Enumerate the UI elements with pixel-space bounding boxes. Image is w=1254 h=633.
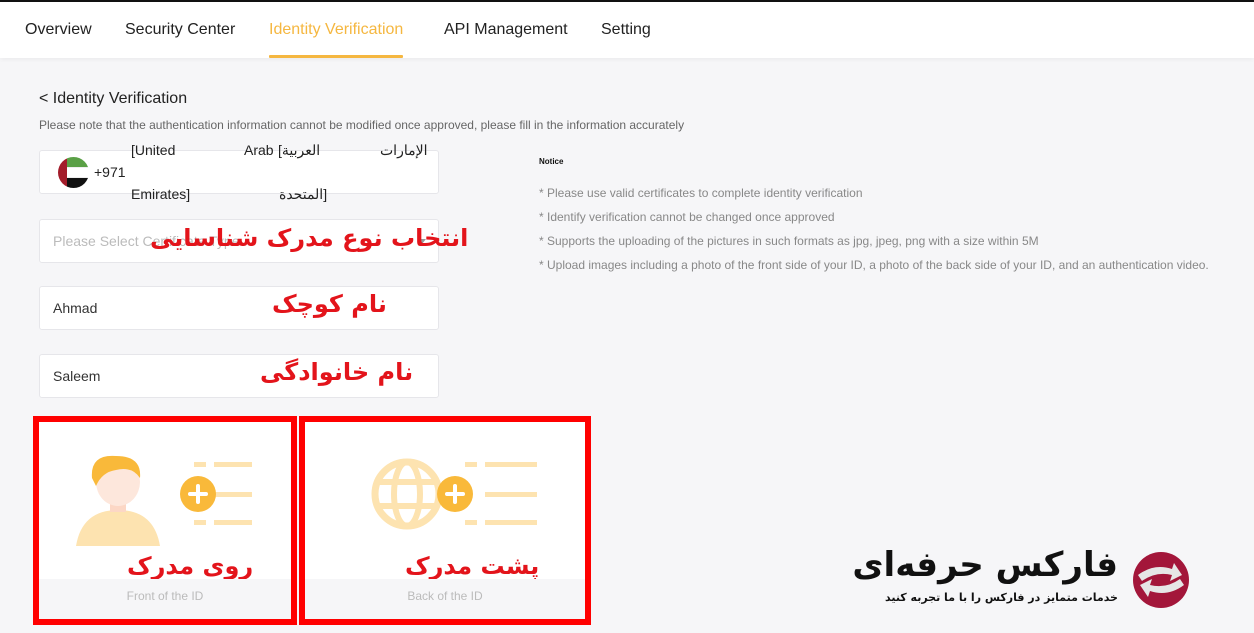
country-name-part: [United — [131, 142, 176, 158]
upload-front-id[interactable]: روی مدرک Front of the ID — [33, 416, 297, 625]
country-name-part: العربية] — [278, 142, 321, 158]
back-of-id-label: Back of the ID — [305, 579, 585, 619]
tab-identity-verification[interactable]: Identity Verification — [269, 2, 404, 58]
notice-item: * Please use valid certificates to compl… — [539, 186, 863, 200]
tab-api-management[interactable]: API Management — [444, 2, 568, 58]
first-name-value: Ahmad — [53, 300, 98, 316]
uae-flag-icon — [58, 157, 89, 188]
annotation-last-name: نام خانوادگی — [260, 358, 414, 386]
notice-item: * Identify verification cannot be change… — [539, 210, 835, 224]
back-to-identity-verification[interactable]: < Identity Verification — [39, 90, 187, 108]
annotation-back: پشت مدرک — [405, 552, 540, 580]
globe-add-icon — [371, 458, 537, 530]
watermark-logo: فارکس حرفه‌ای خدمات متمایز در فارکس را ب… — [852, 545, 1226, 615]
watermark-subtitle: خدمات متمایز در فارکس را با ما تجربه کنی… — [884, 591, 1118, 604]
notice-title: Notice — [539, 157, 564, 166]
country-name-part: Emirates] — [131, 186, 191, 202]
dial-code: +971 — [94, 164, 126, 180]
country-name-part: Arab — [244, 142, 274, 158]
person-add-icon — [76, 455, 252, 546]
brand-logo-icon — [1133, 552, 1189, 608]
notice-item: * Upload images including a photo of the… — [539, 258, 1209, 272]
watermark-title: فارکس حرفه‌ای — [852, 545, 1119, 585]
notice-item: * Supports the uploading of the pictures… — [539, 234, 1039, 248]
front-of-id-label: Front of the ID — [39, 579, 291, 619]
annotation-certificate-type: انتخاب نوع مدرک شناسایی — [150, 224, 469, 252]
tab-setting[interactable]: Setting — [601, 2, 651, 58]
annotation-front: روی مدرک — [127, 552, 254, 580]
tab-overview[interactable]: Overview — [25, 2, 92, 58]
upload-back-id[interactable]: پشت مدرک Back of the ID — [299, 416, 591, 625]
page-note: Please note that the authentication info… — [39, 118, 685, 132]
country-name-part: [المتحدة — [279, 186, 328, 202]
country-name-part: الإمارات — [380, 142, 428, 158]
tab-security-center[interactable]: Security Center — [125, 2, 235, 58]
country-select[interactable]: +971 — [39, 150, 439, 194]
last-name-value: Saleem — [53, 368, 101, 384]
annotation-first-name: نام کوچک — [272, 290, 387, 318]
top-navigation: Overview Security Center Identity Verifi… — [0, 2, 1254, 58]
